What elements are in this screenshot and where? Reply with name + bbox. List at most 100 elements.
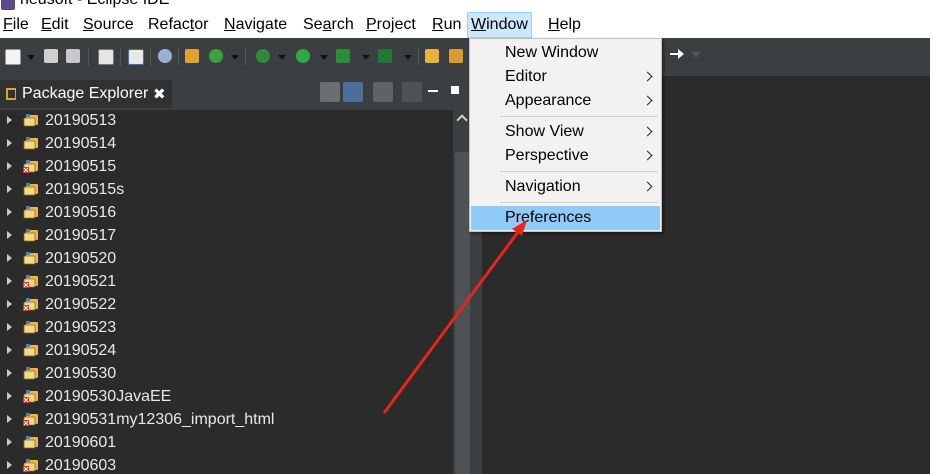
project-name: 20190520 xyxy=(45,250,117,267)
expand-arrow-icon[interactable] xyxy=(7,346,12,354)
tree-item-project[interactable]: 20190517 xyxy=(0,225,453,248)
project-name: 20190524 xyxy=(45,342,117,359)
new-dropdown-icon[interactable] xyxy=(27,55,35,60)
expand-arrow-icon[interactable] xyxy=(7,139,12,147)
menu-edit[interactable]: Edit xyxy=(38,13,72,37)
menu-file[interactable]: File xyxy=(0,13,32,37)
external-tools-icon[interactable] xyxy=(378,49,392,63)
menu-source[interactable]: Source xyxy=(80,13,137,37)
expand-arrow-icon[interactable] xyxy=(7,208,12,216)
tree-item-project[interactable]: 20190523 xyxy=(0,317,453,340)
tree-item-project[interactable]: 20190515 xyxy=(0,156,453,179)
open-folder-icon[interactable] xyxy=(449,49,463,63)
package-explorer-header: Package Explorer ✖ xyxy=(0,76,472,110)
java-project-error-icon xyxy=(23,298,38,311)
project-name: 20190516 xyxy=(45,204,117,221)
menu-item-navigation[interactable]: Navigation xyxy=(471,175,660,199)
menu-item-editor[interactable]: Editor xyxy=(471,65,660,89)
coverage-dropdown-icon[interactable] xyxy=(362,55,370,60)
project-name: 20190522 xyxy=(45,296,117,313)
tree-item-project[interactable]: 20190516 xyxy=(0,202,453,225)
expand-arrow-icon[interactable] xyxy=(7,116,12,124)
submenu-arrow-icon xyxy=(642,181,653,192)
menu-item-appearance[interactable]: Appearance xyxy=(471,89,660,113)
scroll-thumb[interactable] xyxy=(455,152,470,474)
run-icon[interactable] xyxy=(296,49,310,63)
menu-project[interactable]: Project xyxy=(363,13,419,37)
expand-arrow-icon[interactable] xyxy=(7,300,12,308)
debug-icon[interactable] xyxy=(256,49,270,63)
tree-item-project[interactable]: 20190514 xyxy=(0,133,453,156)
expand-arrow-icon[interactable] xyxy=(7,438,12,446)
expand-arrow-icon[interactable] xyxy=(7,277,12,285)
toolbar-separator xyxy=(178,48,179,66)
close-icon[interactable]: ✖ xyxy=(153,85,166,103)
expand-arrow-icon[interactable] xyxy=(7,162,12,170)
project-name: 20190531my12306_import_html xyxy=(45,411,275,428)
focus-icon[interactable] xyxy=(373,82,393,102)
menu-run[interactable]: Run xyxy=(429,13,464,37)
menu-search[interactable]: Search xyxy=(300,13,357,37)
new-class-dropdown-icon[interactable] xyxy=(231,55,239,60)
tree-item-project[interactable]: 20190601 xyxy=(0,432,453,455)
tree-item-project[interactable]: 20190522 xyxy=(0,294,453,317)
menu-window[interactable]: Window xyxy=(467,12,532,38)
debug-dropdown-icon[interactable] xyxy=(278,55,286,60)
tree-item-project[interactable]: 20190515s xyxy=(0,179,453,202)
menu-item-new-window[interactable]: New Window xyxy=(471,41,660,65)
tree-item-project[interactable]: 20190530 xyxy=(0,363,453,386)
menu-separator xyxy=(500,116,658,117)
open-type-icon[interactable] xyxy=(425,49,439,63)
terminal-icon[interactable] xyxy=(128,49,144,65)
menu-item-preferences[interactable]: Preferences xyxy=(471,206,660,230)
tree-item-project[interactable]: 20190521 xyxy=(0,271,453,294)
java-project-icon xyxy=(23,367,38,380)
project-name: 20190514 xyxy=(45,135,117,152)
new-icon[interactable] xyxy=(5,49,21,65)
toolbar-separator xyxy=(88,48,89,66)
coverage-icon[interactable] xyxy=(336,49,350,63)
project-name: 20190517 xyxy=(45,227,117,244)
java-project-icon xyxy=(23,321,38,334)
expand-arrow-icon[interactable] xyxy=(7,323,12,331)
expand-arrow-icon[interactable] xyxy=(7,392,12,400)
expand-arrow-icon[interactable] xyxy=(7,461,12,469)
expand-arrow-icon[interactable] xyxy=(7,369,12,377)
menu-refactor[interactable]: Refactor xyxy=(145,13,211,37)
forward-dropdown-icon[interactable] xyxy=(691,52,701,58)
scroll-up-icon[interactable] xyxy=(456,114,468,126)
tree-item-project[interactable]: 20190524 xyxy=(0,340,453,363)
binary-icon[interactable] xyxy=(98,49,114,65)
expand-arrow-icon[interactable] xyxy=(7,231,12,239)
java-project-icon xyxy=(23,252,38,265)
menu-item-show-view[interactable]: Show View xyxy=(471,120,660,144)
menu-item-perspective[interactable]: Perspective xyxy=(471,144,660,168)
tree-item-project[interactable]: 20190520 xyxy=(0,248,453,271)
external-tools-dropdown-icon[interactable] xyxy=(404,55,412,60)
menu-navigate[interactable]: Navigate xyxy=(221,13,290,37)
java-project-icon xyxy=(23,344,38,357)
menu-help[interactable]: Help xyxy=(545,13,584,37)
save-all-icon[interactable] xyxy=(66,49,80,63)
tree-item-project[interactable]: 20190603 xyxy=(0,455,453,474)
maximize-icon[interactable] xyxy=(451,86,459,94)
tree-item-project[interactable]: 20190513 xyxy=(0,110,453,133)
run-dropdown-icon[interactable] xyxy=(320,55,328,60)
toolbar-separator xyxy=(150,48,151,66)
save-icon[interactable] xyxy=(44,49,58,63)
view-menu-icon[interactable] xyxy=(402,82,422,102)
collapse-all-icon[interactable] xyxy=(320,82,340,102)
tree-item-project[interactable]: 20190530JavaEE xyxy=(0,386,453,409)
link-with-editor-icon[interactable] xyxy=(343,82,363,102)
new-java-package-icon[interactable] xyxy=(185,49,199,63)
minimize-icon[interactable] xyxy=(428,90,438,92)
expand-arrow-icon[interactable] xyxy=(7,415,12,423)
skip-breakpoints-icon[interactable] xyxy=(158,49,172,63)
expand-arrow-icon[interactable] xyxy=(7,185,12,193)
expand-arrow-icon[interactable] xyxy=(7,254,12,262)
menu-separator xyxy=(500,171,658,172)
new-class-icon[interactable] xyxy=(209,49,223,63)
tree-item-project[interactable]: 20190531my12306_import_html xyxy=(0,409,453,432)
forward-icon[interactable] xyxy=(670,48,684,60)
tab-package-explorer[interactable]: Package Explorer ✖ xyxy=(0,80,172,108)
